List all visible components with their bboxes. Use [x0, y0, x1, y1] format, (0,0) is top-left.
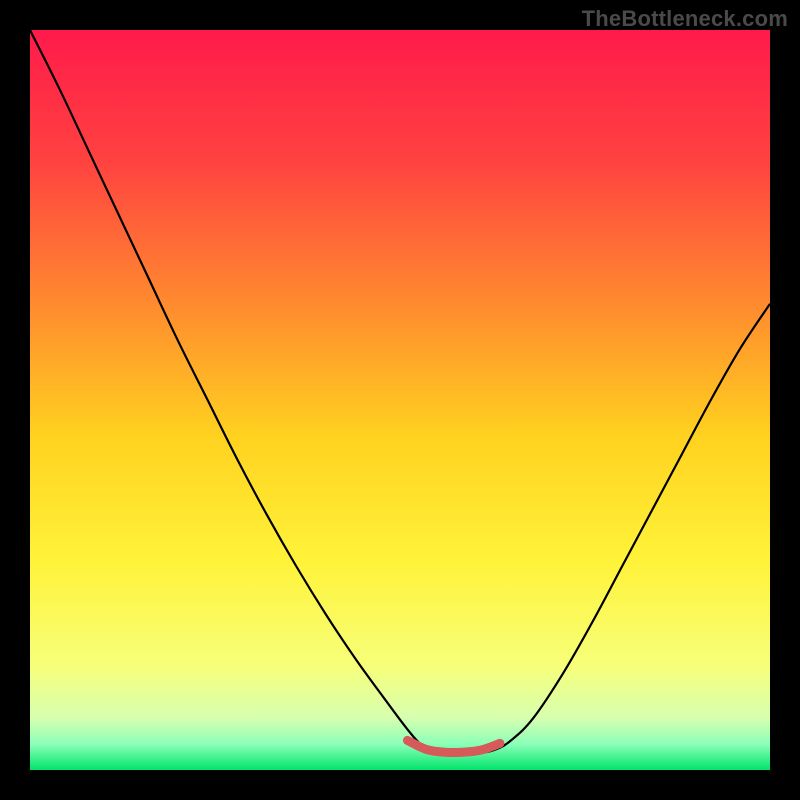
chart-frame: TheBottleneck.com: [0, 0, 800, 800]
chart-svg: [30, 30, 770, 770]
gradient-background: [30, 30, 770, 770]
watermark-text: TheBottleneck.com: [582, 6, 788, 32]
plot-area: [30, 30, 770, 770]
